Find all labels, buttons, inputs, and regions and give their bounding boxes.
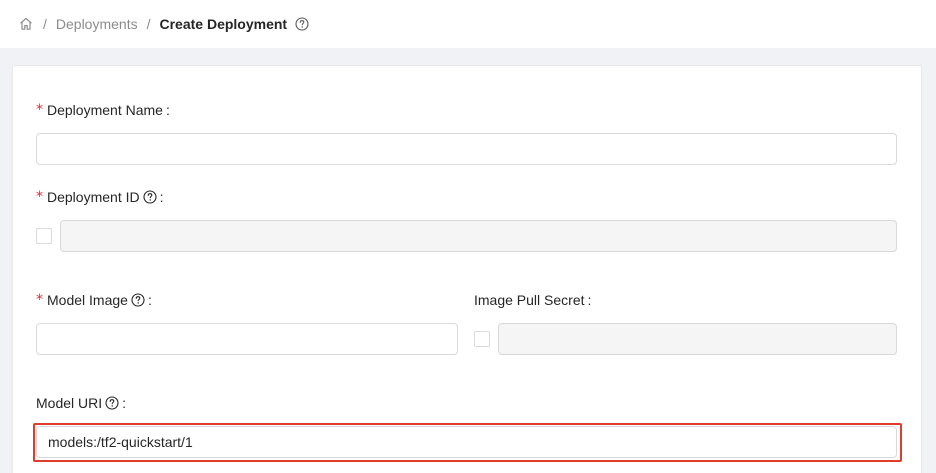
- create-deployment-form-card: [12, 65, 922, 473]
- deployment-id-label-text: Deployment ID: [47, 189, 140, 205]
- question-circle-icon[interactable]: [295, 17, 309, 31]
- question-circle-icon[interactable]: [143, 190, 157, 204]
- label-colon: :: [165, 102, 170, 118]
- deployment-name-input[interactable]: [36, 133, 897, 165]
- deployment-id-input[interactable]: [60, 220, 897, 252]
- question-circle-icon[interactable]: [105, 396, 119, 410]
- breadcrumb-separator: /: [43, 16, 47, 32]
- label-colon: :: [147, 292, 152, 308]
- image-pull-secret-label-text: Image Pull Secret: [474, 292, 585, 308]
- deployment-id-checkbox[interactable]: [36, 228, 52, 244]
- label-colon: :: [159, 189, 164, 205]
- model-uri-input[interactable]: [36, 426, 897, 458]
- label-colon: :: [122, 395, 127, 411]
- breadcrumb: / Deployments / Create Deployment: [18, 16, 309, 32]
- required-mark: *: [36, 189, 43, 205]
- required-mark: *: [36, 102, 43, 118]
- model-image-label: * Model Image :: [36, 292, 152, 308]
- model-uri-label-text: Model URI: [36, 395, 103, 411]
- model-image-label-text: Model Image: [47, 292, 128, 308]
- deployment-name-label-text: Deployment Name: [47, 102, 163, 118]
- deployment-name-label: * Deployment Name :: [36, 102, 170, 118]
- question-circle-icon[interactable]: [131, 293, 145, 307]
- top-bar: / Deployments / Create Deployment: [0, 0, 936, 48]
- image-pull-secret-label: Image Pull Secret :: [474, 292, 591, 308]
- model-image-input[interactable]: [36, 323, 458, 355]
- required-mark: *: [36, 292, 43, 308]
- image-pull-secret-checkbox[interactable]: [474, 331, 490, 347]
- breadcrumb-separator: /: [146, 16, 151, 32]
- model-uri-label: Model URI :: [36, 395, 126, 411]
- label-colon: :: [587, 292, 592, 308]
- deployment-id-label: * Deployment ID :: [36, 189, 163, 205]
- page-title: Create Deployment: [159, 16, 288, 32]
- home-icon[interactable]: [18, 16, 34, 32]
- image-pull-secret-input[interactable]: [498, 323, 897, 355]
- breadcrumb-deployments-link[interactable]: Deployments: [56, 16, 138, 32]
